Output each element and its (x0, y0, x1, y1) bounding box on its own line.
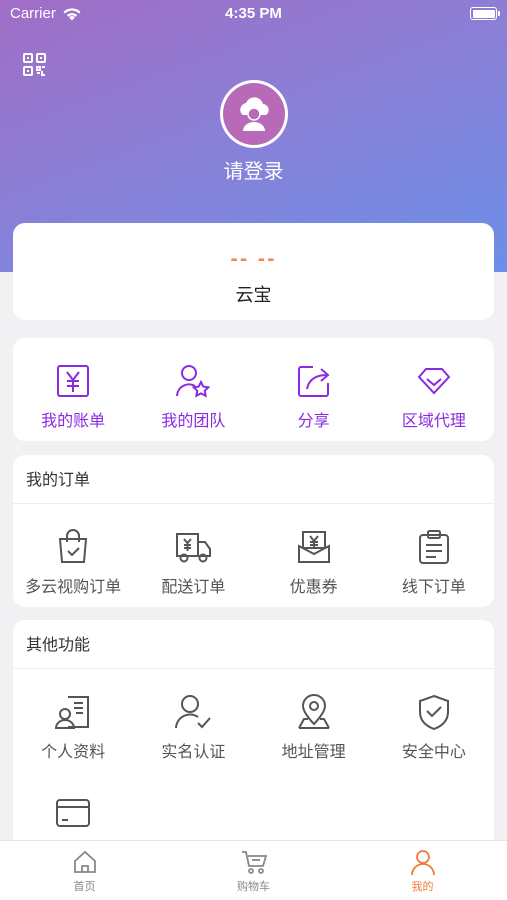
avatar[interactable] (220, 80, 288, 148)
my-team-button[interactable]: 我的团队 (133, 338, 253, 431)
personal-info-button[interactable]: 个人资料 (13, 669, 133, 770)
real-name-verification-button[interactable]: 实名认证 (133, 669, 253, 770)
team-icon (176, 365, 211, 398)
yunbao-label: 云宝 (235, 285, 272, 306)
cloud-shopping-orders-label: 多云视购订单 (25, 577, 122, 596)
yunbao-value: -- -- (230, 249, 277, 270)
bank-card-icon (56, 799, 91, 827)
share-label: 分享 (297, 411, 330, 430)
clock: 4:35 PM (225, 5, 282, 22)
personal-info-label: 个人资料 (41, 742, 106, 761)
coupons-button[interactable]: 优惠券 (254, 504, 374, 605)
orders-title: 我的订单 (13, 455, 494, 504)
tab-home[interactable]: 首页 (0, 841, 169, 900)
other-functions-title: 其他功能 (13, 620, 494, 669)
clipboard-icon (418, 530, 449, 564)
shopping-bag-icon (59, 529, 88, 563)
bill-icon (57, 365, 90, 397)
security-center-button[interactable]: 安全中心 (374, 669, 494, 770)
tab-cart-label: 购物车 (237, 880, 270, 893)
diamond-icon (417, 368, 451, 395)
user-icon (410, 850, 435, 876)
quick-actions-card: 我的账单 我的团队 分享 区域代理 (13, 338, 494, 441)
location-pin-icon (297, 694, 330, 729)
home-icon (73, 850, 96, 873)
cart-icon (241, 851, 267, 874)
my-team-label: 我的团队 (161, 411, 226, 430)
cloud-user-icon (240, 97, 269, 131)
coupons-label: 优惠券 (289, 577, 338, 596)
address-management-button[interactable]: 地址管理 (254, 669, 374, 770)
address-management-label: 地址管理 (281, 742, 346, 761)
login-prompt[interactable]: 请登录 (0, 155, 507, 184)
delivery-orders-button[interactable]: 配送订单 (133, 504, 253, 605)
my-orders-card: 我的订单 多云视购订单 配送订单 优惠券 线下订单 (13, 455, 494, 607)
my-bill-button[interactable]: 我的账单 (13, 338, 133, 431)
bottom-tab-bar: 首页 购物车 我的 (0, 840, 507, 900)
offline-orders-label: 线下订单 (401, 577, 466, 596)
yunbao-card[interactable]: -- -- 云宝 (13, 223, 494, 320)
real-name-verification-label: 实名认证 (161, 742, 226, 761)
status-bar: Carrier 4:35 PM (0, 0, 507, 28)
tab-mine-label: 我的 (411, 880, 434, 893)
profile-card-icon (55, 696, 90, 729)
tab-cart[interactable]: 购物车 (169, 841, 338, 900)
verified-user-icon (175, 695, 212, 729)
tab-mine[interactable]: 我的 (338, 841, 507, 900)
regional-agent-button[interactable]: 区域代理 (374, 338, 494, 431)
tab-home-label: 首页 (73, 880, 96, 893)
security-center-label: 安全中心 (401, 742, 466, 761)
my-bill-label: 我的账单 (41, 411, 106, 430)
qr-code-icon[interactable] (22, 52, 47, 77)
shield-check-icon (418, 694, 449, 731)
offline-orders-button[interactable]: 线下订单 (374, 504, 494, 605)
cloud-shopping-orders-button[interactable]: 多云视购订单 (13, 504, 133, 605)
regional-agent-label: 区域代理 (401, 411, 466, 430)
delivery-truck-icon (176, 533, 212, 563)
coupon-icon (297, 531, 330, 563)
share-button[interactable]: 分享 (254, 338, 374, 431)
other-functions-card: 其他功能 个人资料 实名认证 地址管理 安全中心 (13, 620, 494, 860)
share-icon (297, 366, 330, 397)
delivery-orders-label: 配送订单 (161, 577, 226, 596)
profile-screen: Carrier 4:35 PM 请登录 -- -- 云宝 我的账单 我的团队 分… (0, 0, 507, 900)
battery-icon (470, 7, 500, 20)
